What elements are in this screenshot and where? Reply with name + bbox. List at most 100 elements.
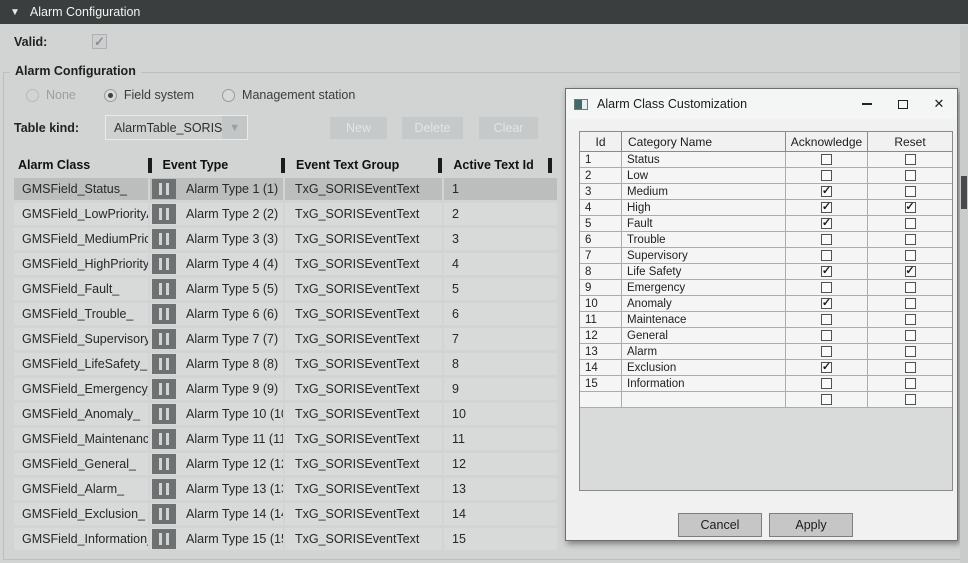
acknowledge-checkbox[interactable] <box>821 346 832 357</box>
table-row[interactable]: GMSField_Trouble_ Alarm Type 6 (6) TxG_S… <box>14 303 557 325</box>
acknowledge-checkbox[interactable] <box>821 186 832 197</box>
minimize-button[interactable] <box>849 90 885 118</box>
pause-icon[interactable] <box>152 429 176 449</box>
radio-none[interactable]: None <box>26 88 76 102</box>
scrollbar-thumb[interactable] <box>961 176 967 209</box>
pause-icon[interactable] <box>152 329 176 349</box>
acknowledge-checkbox[interactable] <box>821 250 832 261</box>
table-row[interactable]: GMSField_Exclusion_ Alarm Type 14 (14) T… <box>14 503 557 525</box>
chevron-down-icon[interactable]: ▼ <box>222 116 247 139</box>
valid-checkbox[interactable]: ✓ <box>92 34 107 49</box>
dialog-table-row[interactable]: 11 Maintenace <box>580 312 952 328</box>
reset-checkbox[interactable] <box>905 186 916 197</box>
acknowledge-checkbox[interactable] <box>821 202 832 213</box>
delete-button[interactable]: Delete <box>402 117 463 139</box>
table-row[interactable]: GMSField_Fault_ Alarm Type 5 (5) TxG_SOR… <box>14 278 557 300</box>
table-row[interactable]: GMSField_Emergency_ Alarm Type 9 (9) TxG… <box>14 378 557 400</box>
table-row[interactable]: GMSField_LowPriorityA Alarm Type 2 (2) T… <box>14 203 557 225</box>
reset-checkbox[interactable] <box>905 218 916 229</box>
acknowledge-checkbox[interactable] <box>821 266 832 277</box>
radio-field-system[interactable]: Field system <box>104 88 194 102</box>
cancel-button[interactable]: Cancel <box>678 513 762 537</box>
table-kind-combobox[interactable]: AlarmTable_SORIS ▼ <box>105 115 248 140</box>
pause-icon[interactable] <box>152 179 176 199</box>
pause-icon[interactable] <box>152 479 176 499</box>
pause-icon[interactable] <box>152 354 176 374</box>
dialog-table-row[interactable]: 4 High <box>580 200 952 216</box>
reset-checkbox[interactable] <box>905 378 916 389</box>
acknowledge-checkbox[interactable] <box>821 170 832 181</box>
reset-checkbox[interactable] <box>905 266 916 277</box>
reset-checkbox[interactable] <box>905 362 916 373</box>
dialog-table-row[interactable]: 13 Alarm <box>580 344 952 360</box>
pause-icon[interactable] <box>152 229 176 249</box>
pause-icon[interactable] <box>152 404 176 424</box>
acknowledge-checkbox[interactable] <box>821 298 832 309</box>
reset-checkbox[interactable] <box>905 346 916 357</box>
pause-icon[interactable] <box>152 204 176 224</box>
radio-row: None Field system Management station <box>26 88 383 102</box>
reset-checkbox[interactable] <box>905 330 916 341</box>
acknowledge-checkbox[interactable] <box>821 218 832 229</box>
main-table-header: Alarm Class Event Type Event Text Group … <box>14 155 559 175</box>
dialog-table-row[interactable]: 5 Fault <box>580 216 952 232</box>
table-row[interactable]: GMSField_Supervisory_ Alarm Type 7 (7) T… <box>14 328 557 350</box>
vertical-scrollbar[interactable] <box>960 26 968 563</box>
reset-checkbox[interactable] <box>905 202 916 213</box>
dialog-table-row[interactable]: 8 Life Safety <box>580 264 952 280</box>
dialog-titlebar[interactable]: Alarm Class Customization ✕ <box>566 89 957 119</box>
dialog-table-row[interactable]: 10 Anomaly <box>580 296 952 312</box>
dialog-table-row[interactable]: 6 Trouble <box>580 232 952 248</box>
table-row[interactable]: GMSField_Alarm_ Alarm Type 13 (13) TxG_S… <box>14 478 557 500</box>
event-type-cell: Alarm Type 13 (13) <box>150 478 283 500</box>
reset-checkbox[interactable] <box>905 234 916 245</box>
acknowledge-checkbox[interactable] <box>821 282 832 293</box>
reset-checkbox[interactable] <box>905 282 916 293</box>
maximize-button[interactable] <box>885 90 921 118</box>
table-row[interactable]: GMSField_Information_ Alarm Type 15 (15)… <box>14 528 557 550</box>
dialog-table-row[interactable] <box>580 392 952 408</box>
pause-icon[interactable] <box>152 254 176 274</box>
pause-icon[interactable] <box>152 529 176 549</box>
table-row[interactable]: GMSField_General_ Alarm Type 12 (12) TxG… <box>14 453 557 475</box>
dialog-table-row[interactable]: 14 Exclusion <box>580 360 952 376</box>
acknowledge-checkbox[interactable] <box>821 394 832 405</box>
dialog-table-row[interactable]: 2 Low <box>580 168 952 184</box>
pause-icon[interactable] <box>152 454 176 474</box>
acknowledge-checkbox[interactable] <box>821 234 832 245</box>
pause-icon[interactable] <box>152 379 176 399</box>
acknowledge-checkbox[interactable] <box>821 154 832 165</box>
pause-icon[interactable] <box>152 504 176 524</box>
reset-checkbox[interactable] <box>905 314 916 325</box>
acknowledge-checkbox[interactable] <box>821 378 832 389</box>
dialog-table-row[interactable]: 9 Emergency <box>580 280 952 296</box>
reset-checkbox[interactable] <box>905 154 916 165</box>
radio-management-station[interactable]: Management station <box>222 88 355 102</box>
clear-button[interactable]: Clear <box>479 117 538 139</box>
dialog-table-row[interactable]: 1 Status <box>580 152 952 168</box>
table-row[interactable]: GMSField_Anomaly_ Alarm Type 10 (10) TxG… <box>14 403 557 425</box>
reset-checkbox[interactable] <box>905 394 916 405</box>
table-row[interactable]: GMSField_Maintenance Alarm Type 11 (11) … <box>14 428 557 450</box>
acknowledge-checkbox[interactable] <box>821 362 832 373</box>
table-row[interactable]: GMSField_HighPriority. Alarm Type 4 (4) … <box>14 253 557 275</box>
pause-icon[interactable] <box>152 304 176 324</box>
category-name-cell: General <box>622 328 786 343</box>
table-row[interactable]: GMSField_LifeSafety_ Alarm Type 8 (8) Tx… <box>14 353 557 375</box>
pause-icon[interactable] <box>152 279 176 299</box>
reset-checkbox[interactable] <box>905 250 916 261</box>
reset-checkbox[interactable] <box>905 170 916 181</box>
apply-button[interactable]: Apply <box>769 513 853 537</box>
dialog-table-row[interactable]: 15 Information <box>580 376 952 392</box>
reset-checkbox[interactable] <box>905 298 916 309</box>
new-button[interactable]: New <box>330 117 387 139</box>
dialog-table-row[interactable]: 3 Medium <box>580 184 952 200</box>
table-row[interactable]: GMSField_Status_ Alarm Type 1 (1) TxG_SO… <box>14 178 557 200</box>
collapse-icon[interactable]: ▼ <box>10 7 20 18</box>
dialog-table-row[interactable]: 12 General <box>580 328 952 344</box>
close-icon[interactable]: ✕ <box>921 90 957 118</box>
acknowledge-checkbox[interactable] <box>821 330 832 341</box>
acknowledge-checkbox[interactable] <box>821 314 832 325</box>
table-row[interactable]: GMSField_MediumPrio Alarm Type 3 (3) TxG… <box>14 228 557 250</box>
dialog-table-row[interactable]: 7 Supervisory <box>580 248 952 264</box>
